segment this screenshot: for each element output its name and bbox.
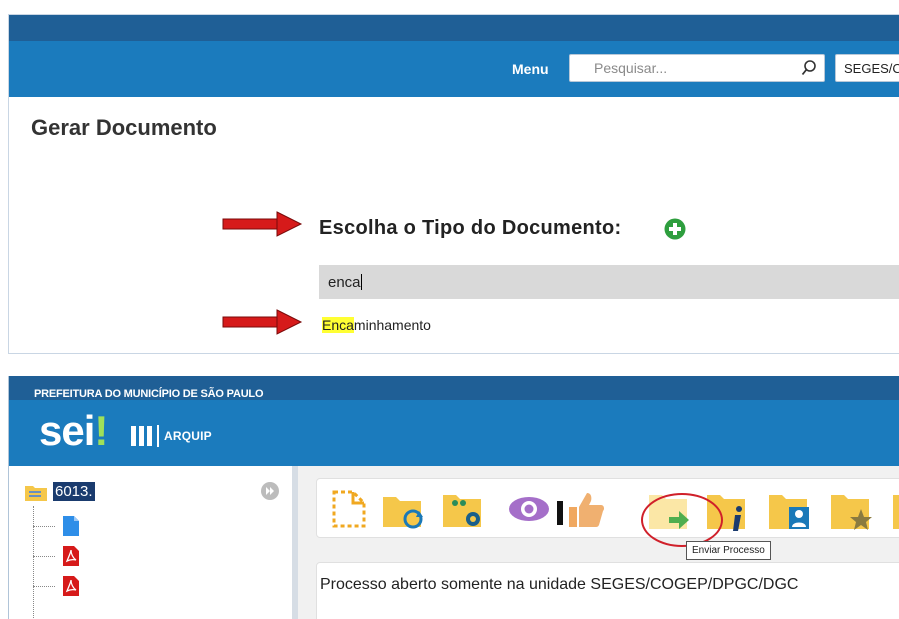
search-input[interactable]: Pesquisar... [569,54,825,82]
sei-header-bar: sei! ARQUIP [9,400,899,466]
add-icon[interactable] [664,218,686,240]
prefeitura-label: PREFEITURA DO MUNICÍPIO DE SÃO PAULO [34,388,264,400]
arquip-logo: ARQUIP [131,425,212,447]
ciencia-icon[interactable] [567,489,607,529]
match-highlight: Enca [322,317,354,333]
incluir-documento-icon[interactable] [331,489,367,529]
process-toolbar [316,478,899,547]
tooltip: Enviar Processo [686,541,771,560]
pdf-icon [63,546,79,566]
process-folder-icon [25,485,47,501]
folder-icon[interactable] [891,489,899,533]
search-icon[interactable] [801,59,817,80]
match-rest: minhamento [353,317,431,333]
tree-document-item[interactable] [33,576,79,596]
process-status-text: Processo aberto somente na unidade SEGES… [320,576,799,593]
document-type-option[interactable]: Encaminhamento [322,317,431,333]
acompanhamento-especial-icon[interactable] [507,489,551,529]
gerenciar-interessados-icon[interactable] [767,489,813,533]
document-icon [63,516,79,536]
process-content-area: Enviar Processo Processo aberto somente … [298,466,899,619]
highlight-circle [641,493,723,547]
process-number[interactable]: 6013. [53,482,95,501]
process-tree: 6013. [9,466,292,619]
sei-process-panel: PREFEITURA DO MUNICÍPIO DE SÃO PAULO sei… [8,376,899,619]
collapse-tree-button[interactable] [261,482,279,500]
red-arrow-icon [222,309,303,335]
filter-value: enca [328,274,361,291]
unit-selector[interactable]: SEGES/COGEP [835,54,899,82]
toolbar-separator [557,501,563,525]
tree-document-item[interactable] [33,546,79,566]
page-title: Gerar Documento [31,115,217,140]
atribuir-processo-icon[interactable] [441,489,487,529]
search-placeholder: Pesquisar... [594,60,668,76]
menu-link[interactable]: Menu [512,61,549,77]
atualizar-andamento-icon[interactable] [381,489,427,529]
document-type-filter-input[interactable]: enca [319,265,899,299]
header-bar: Menu Pesquisar... SEGES/COGEP [9,41,899,97]
arquip-label: ARQUIP [164,429,212,443]
choose-type-label: Escolha o Tipo do Documento: [319,217,622,239]
process-tree-root[interactable]: 6013. [25,482,95,501]
pdf-icon [63,576,79,596]
favoritos-icon[interactable] [829,489,875,533]
sei-logo[interactable]: sei! [39,410,108,452]
prefeitura-bar: PREFEITURA DO MUNICÍPIO DE SÃO PAULO [9,376,899,400]
tree-document-item[interactable] [33,516,79,536]
arquip-bars-icon [131,426,152,446]
top-strip [9,15,899,41]
gerar-documento-panel: Menu Pesquisar... SEGES/COGEP Gerar Docu… [8,14,899,354]
red-arrow-icon [222,211,303,237]
